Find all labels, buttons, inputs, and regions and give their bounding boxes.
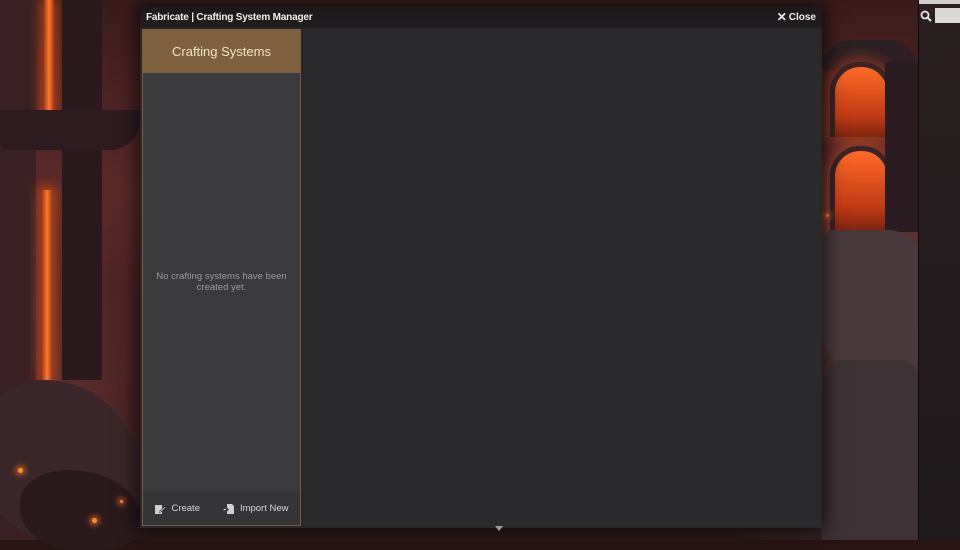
create-label: Create [171, 503, 200, 514]
sidebar-header: Crafting Systems [143, 30, 300, 73]
sidebar-footer: Create Import New [143, 492, 300, 525]
window-titlebar[interactable]: Fabricate | Crafting System Manager ✕ Cl… [140, 6, 822, 28]
close-button[interactable]: ✕ Close [776, 10, 816, 24]
right-sidebar-strip [918, 0, 960, 540]
create-icon [155, 504, 167, 514]
search-icon[interactable] [920, 10, 932, 22]
main-content-pane [304, 29, 820, 526]
import-new-button[interactable]: Import New [223, 503, 289, 515]
crafting-systems-sidebar: Crafting Systems No crafting systems hav… [142, 29, 301, 526]
crafting-system-manager-window: Fabricate | Crafting System Manager ✕ Cl… [140, 6, 822, 528]
right-strip-topline [919, 0, 960, 4]
close-label: Close [788, 11, 816, 23]
import-icon [223, 503, 234, 514]
create-button[interactable]: Create [154, 503, 200, 515]
import-new-label: Import New [239, 503, 289, 514]
window-title: Fabricate | Crafting System Manager [146, 11, 313, 23]
close-icon: ✕ [776, 10, 787, 24]
empty-state-message: No crafting systems have been created ye… [156, 271, 287, 293]
search-input[interactable] [935, 8, 960, 23]
chevron-down-icon [495, 526, 503, 531]
